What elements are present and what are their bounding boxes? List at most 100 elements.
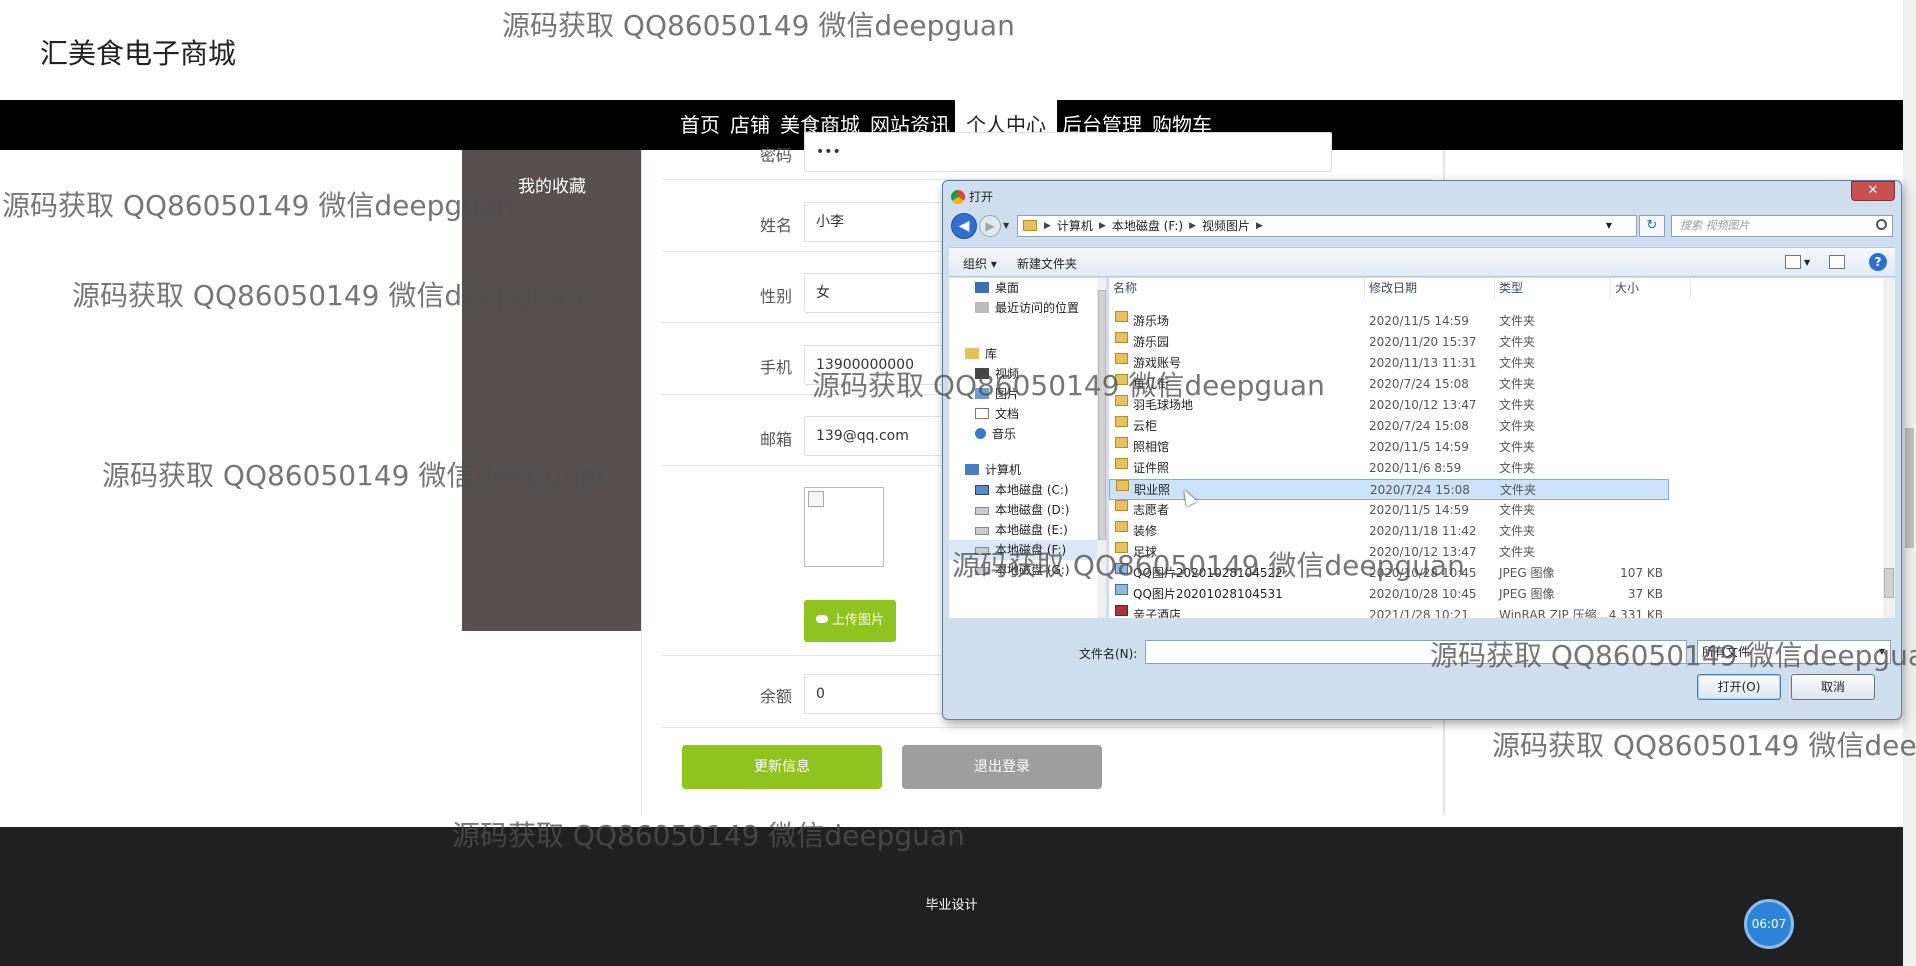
preview-pane-icon[interactable]: [1829, 255, 1845, 269]
file-list-scroll-thumb[interactable]: [1884, 568, 1894, 598]
file-type: 文件夹: [1499, 419, 1536, 433]
file-row[interactable]: QQ图片20201028104531 2020/10/28 10:45 JPEG 图…: [1109, 584, 1669, 605]
file-row[interactable]: 游戏账号 2020/11/13 11:31 文件夹: [1109, 353, 1669, 374]
file-row[interactable]: 游乐场 2020/11/5 14:59 文件夹: [1109, 311, 1669, 332]
view-dropdown-icon[interactable]: ▼: [1804, 258, 1810, 267]
file-row[interactable]: 照相馆 2020/11/5 14:59 文件夹: [1109, 437, 1669, 458]
file-name: 游乐场: [1133, 314, 1170, 328]
file-type: 文件夹: [1499, 314, 1536, 328]
file-size: 37 KB: [1627, 587, 1663, 601]
tree-item-pictures[interactable]: 图片: [949, 384, 1099, 404]
breadcrumb: ▶ 计算机 ▶ 本地磁盘 (F:) ▶ 视频图片 ▶: [1044, 216, 1263, 236]
tree-item-library[interactable]: 库: [949, 344, 1099, 364]
tree-item-disk-e[interactable]: 本地磁盘 (E:): [949, 520, 1099, 540]
file-row[interactable]: 游乐园 2020/11/20 15:37 文件夹: [1109, 332, 1669, 353]
tree-item-documents[interactable]: 文档: [949, 404, 1099, 424]
tree-item-disk-d[interactable]: 本地磁盘 (D:): [949, 500, 1099, 520]
navigation-pane: 桌面 最近访问的位置 库 视频 图片 文档 音乐 计算机 本地磁盘 (C:) 本…: [949, 278, 1107, 618]
upload-image-button[interactable]: 上传图片: [804, 600, 896, 642]
file-name: 游戏账号: [1133, 356, 1182, 370]
cloud-upload-icon: [815, 615, 828, 623]
folder-icon: [1115, 458, 1128, 469]
recent-places-icon: [975, 302, 989, 313]
file-type: 文件夹: [1499, 503, 1536, 517]
file-row[interactable]: 证件照 2020/11/6 8:59 文件夹: [1109, 458, 1669, 479]
file-type: 文件夹: [1499, 440, 1536, 454]
breadcrumb-disk-f[interactable]: 本地磁盘 (F:): [1112, 216, 1183, 236]
disk-icon: [975, 485, 989, 495]
file-name: 照相馆: [1133, 440, 1170, 454]
file-row[interactable]: 装修 2020/11/18 11:42 文件夹: [1109, 521, 1669, 542]
address-dropdown-icon[interactable]: ▼: [1606, 216, 1612, 236]
chrome-icon: [951, 190, 965, 204]
page-scroll-thumb[interactable]: [1905, 428, 1914, 548]
file-name: 鱼儿街: [1133, 377, 1170, 391]
tree-item-computer[interactable]: 计算机: [949, 460, 1099, 480]
watermark: 源码获取 QQ86050149 微信deepguan: [2, 189, 515, 222]
password-field[interactable]: •••: [804, 132, 1332, 172]
tree-item-disk-f[interactable]: 本地磁盘 (F:): [949, 540, 1099, 560]
password-label: 密码: [759, 146, 792, 165]
filetype-select[interactable]: 所有文件 ▼: [1697, 640, 1891, 664]
folder-icon: [1023, 220, 1037, 231]
column-type[interactable]: 类型: [1495, 278, 1611, 298]
computer-icon: [965, 464, 979, 475]
cancel-button[interactable]: 取消: [1791, 674, 1875, 700]
back-arrow-icon[interactable]: ◀: [951, 213, 977, 239]
file-row[interactable]: 鱼儿街 2020/7/24 15:08 文件夹: [1109, 374, 1669, 395]
dialog-close-button[interactable]: ✕: [1851, 181, 1895, 201]
video-icon: [975, 368, 989, 379]
folder-icon: [1115, 416, 1128, 427]
tree-item-disk-c[interactable]: 本地磁盘 (C:): [949, 480, 1099, 500]
logout-button[interactable]: 退出登录: [902, 745, 1102, 789]
file-row[interactable]: 足球 2020/10/12 13:47 文件夹: [1109, 542, 1669, 563]
column-size[interactable]: 大小: [1611, 278, 1691, 298]
file-row[interactable]: 云柜 2020/7/24 15:08 文件夹: [1109, 416, 1669, 437]
breadcrumb-computer[interactable]: 计算机: [1057, 216, 1093, 236]
new-folder-button[interactable]: 新建文件夹: [1017, 255, 1077, 272]
history-dropdown-icon[interactable]: ▼: [1003, 221, 1009, 230]
folder-icon: [1115, 374, 1128, 385]
footer-text: 毕业设计: [925, 898, 978, 913]
tree-item-recent[interactable]: 最近访问的位置: [949, 298, 1099, 318]
file-name: QQ图片20201028104522: [1133, 566, 1283, 580]
upload-label: 上传图片: [831, 613, 884, 628]
view-options-icon[interactable]: [1785, 255, 1801, 269]
column-name[interactable]: 名称: [1109, 278, 1365, 298]
filename-input[interactable]: [1145, 640, 1687, 664]
file-row[interactable]: 亲子酒店 2021/1/28 10:21 WinRAR ZIP 压缩... 4,331…: [1109, 605, 1669, 618]
address-bar[interactable]: ▶ 计算机 ▶ 本地磁盘 (F:) ▶ 视频图片 ▶ ▼: [1017, 215, 1637, 237]
navigation-scrollbar[interactable]: [1097, 278, 1106, 618]
refresh-icon[interactable]: ↻: [1639, 215, 1665, 237]
navigation-scroll-thumb[interactable]: [1098, 290, 1106, 540]
tree-item-music[interactable]: 音乐: [949, 424, 1099, 444]
tree-item-disk-g[interactable]: 本地磁盘 (G:): [949, 560, 1099, 580]
disk-icon: [975, 547, 989, 555]
file-row[interactable]: QQ图片20201028104522 2020/10/28 10:45 JPEG 图…: [1109, 563, 1669, 584]
tree-item-video[interactable]: 视频: [949, 364, 1099, 384]
help-icon[interactable]: ?: [1869, 253, 1887, 271]
column-date[interactable]: 修改日期: [1365, 278, 1495, 298]
update-info-button[interactable]: 更新信息: [682, 745, 882, 789]
tree-item-desktop[interactable]: 桌面: [949, 278, 1099, 298]
breadcrumb-video-pictures[interactable]: 视频图片: [1202, 216, 1250, 236]
sidebar-item-favorites[interactable]: 我的收藏: [462, 172, 642, 197]
folder-icon: [1115, 437, 1128, 448]
file-date: 2021/1/28 10:21: [1369, 608, 1469, 618]
file-list-scrollbar[interactable]: [1883, 278, 1895, 618]
dialog-title: 打开: [949, 186, 993, 208]
folder-icon: [1115, 353, 1128, 364]
recording-timer: 06:07: [1744, 899, 1794, 949]
folder-icon: [1115, 332, 1128, 343]
forward-arrow-icon[interactable]: ▶: [979, 215, 1001, 237]
file-row[interactable]: 羽毛球场地 2020/10/12 13:47 文件夹: [1109, 395, 1669, 416]
balance-label: 余额: [759, 687, 792, 706]
page-scrollbar[interactable]: [1903, 0, 1916, 966]
open-button[interactable]: 打开(O): [1697, 674, 1781, 700]
library-icon: [965, 348, 979, 359]
folder-icon: [1115, 542, 1128, 553]
search-input[interactable]: 搜索 视频图片: [1671, 215, 1893, 237]
email-label: 邮箱: [759, 430, 792, 449]
organize-menu[interactable]: 组织 ▾: [963, 255, 997, 272]
image-file-icon: [1115, 584, 1128, 595]
